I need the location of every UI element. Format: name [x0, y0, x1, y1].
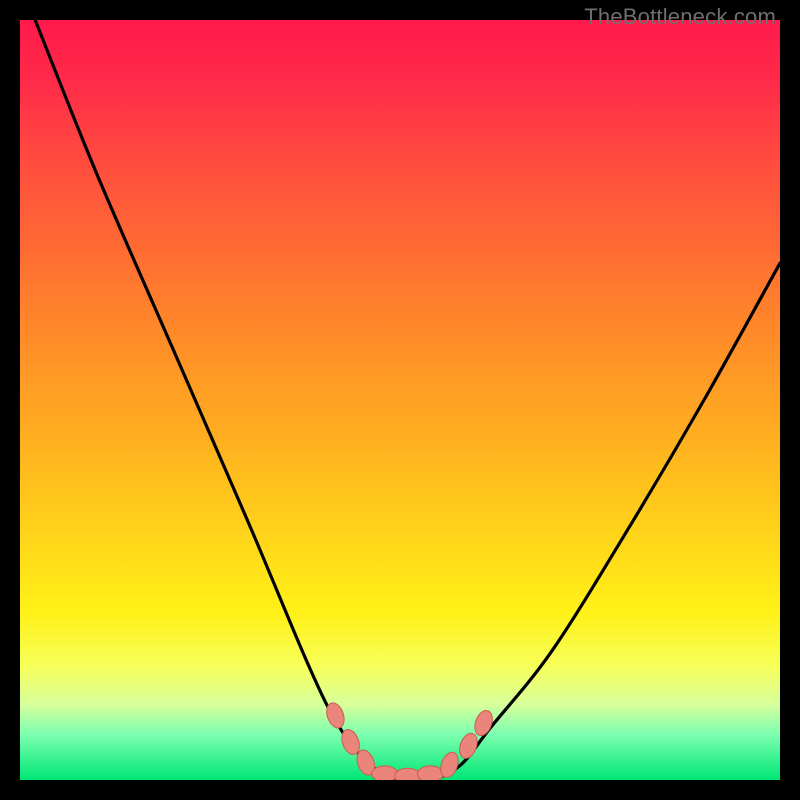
curve-svg: [20, 20, 780, 780]
plot-area: [20, 20, 780, 780]
trough-marker-8: [472, 708, 496, 738]
trough-marker-5: [417, 766, 443, 780]
trough-marker-3: [372, 766, 398, 780]
trough-marker-4: [395, 768, 421, 780]
marker-group: [323, 700, 495, 780]
watermark-label: TheBottleneck.com: [584, 4, 776, 30]
chart-frame: TheBottleneck.com: [0, 0, 800, 800]
trough-marker-7: [456, 731, 480, 761]
bottleneck-curve: [35, 20, 780, 780]
